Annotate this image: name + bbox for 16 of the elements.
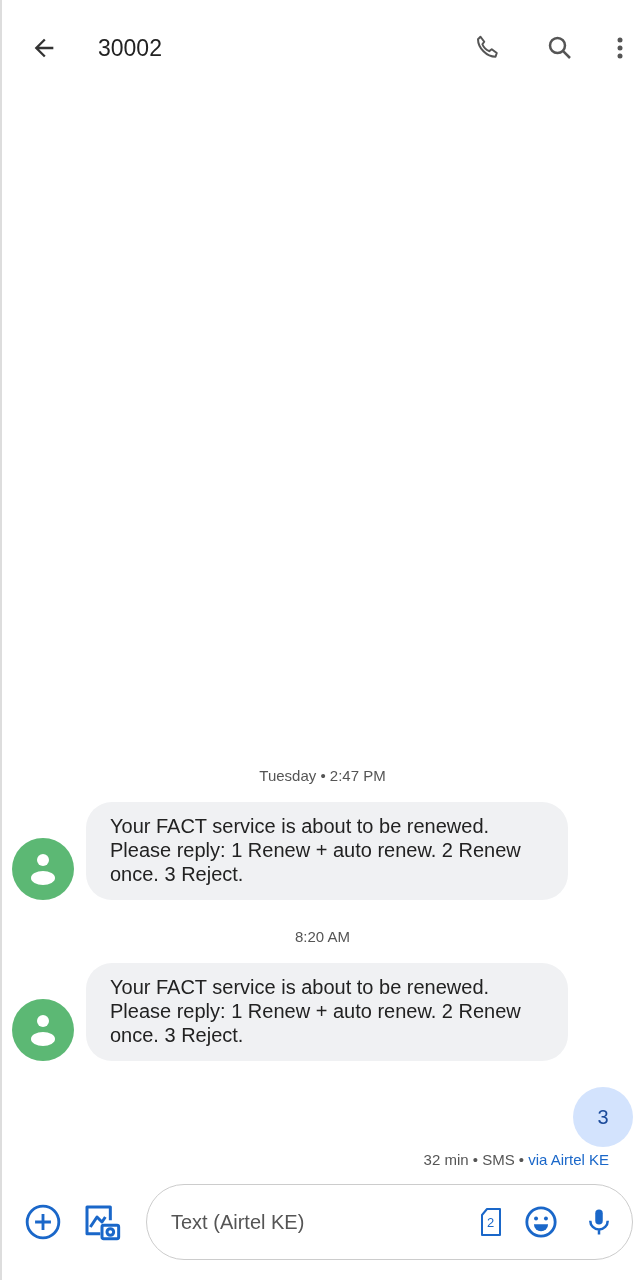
message-status: 32 min • SMS • (423, 1151, 525, 1168)
sim-card-icon (480, 1207, 502, 1237)
contact-avatar-icon (12, 999, 74, 1061)
contact-avatar-icon (12, 838, 74, 900)
add-icon (24, 1203, 62, 1241)
message-timestamp: 8:20 AM (294, 928, 350, 945)
more-options-icon (617, 37, 623, 59)
sim-slot-number: 2 (487, 1215, 495, 1230)
sim-selector-button[interactable]: 2 (478, 1205, 504, 1239)
message-bubble: Your FACT service is about to be renewed. Please reply: 1 Renew + auto renew. 2 Renew once. 3 Reject. (86, 802, 568, 900)
message-bubble: 3 (573, 1087, 633, 1147)
emoji-icon (524, 1205, 558, 1239)
conversation-title: 30002 (98, 34, 162, 62)
message-timestamp: Tuesday • 2:47 PM (259, 767, 386, 784)
carrier-label: via Airtel KE (528, 1151, 609, 1168)
message-bubble: Your FACT service is about to be renewed. Please reply: 1 Renew + auto renew. 2 Renew once. 3 Reject. (86, 963, 568, 1061)
